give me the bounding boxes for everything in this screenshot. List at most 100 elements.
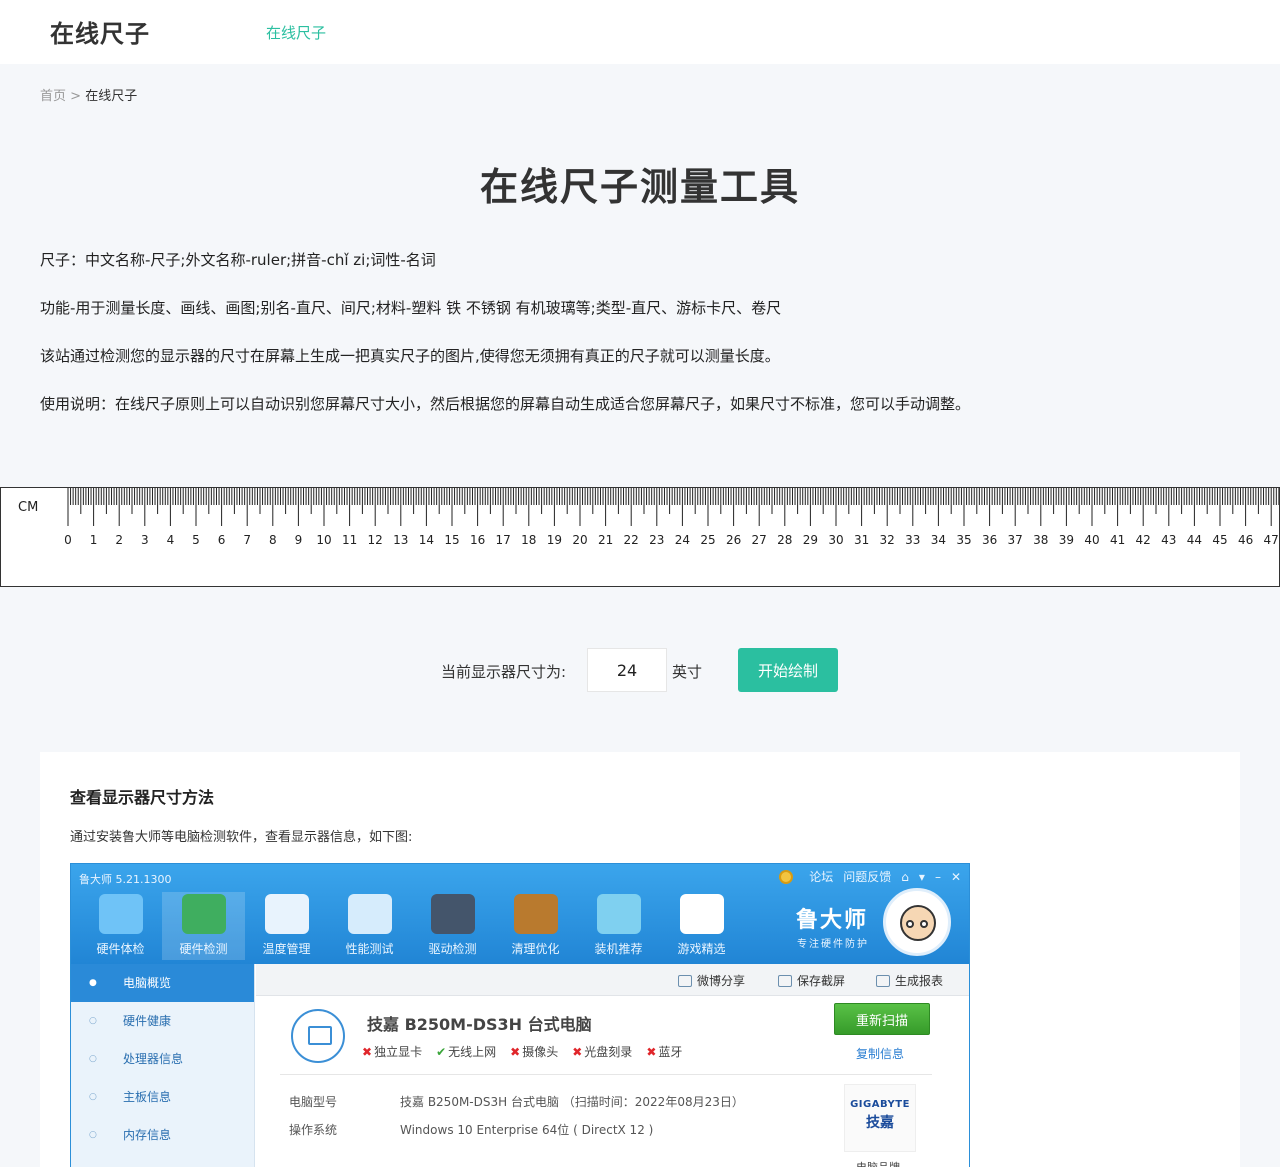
info-value-model: 技嘉 B250M-DS3H 台式电脑 （扫描时间：2022年08月23日）	[400, 1095, 744, 1109]
ludashi-toolbar: 硬件体检 硬件检测 温度管理 性能测试 驱动检测 清理优化 装机推荐 游戏精选	[79, 892, 743, 960]
ruler-tick-label: 17	[496, 533, 511, 547]
ruler-tick-label: 32	[880, 533, 895, 547]
breadcrumb-separator: >	[70, 89, 82, 104]
monitor-size-input[interactable]	[587, 648, 667, 692]
sidebar-item-cpu: 处理器信息	[71, 1040, 254, 1078]
hardware-tag-label: 摄像头	[522, 1045, 559, 1059]
sidebar-item-memory: 内存信息	[71, 1116, 254, 1154]
ruler-tick-label: 23	[649, 533, 664, 547]
info-key-os: 操作系统	[289, 1123, 338, 1137]
ruler-tick-label: 14	[419, 533, 434, 547]
weibo-share-label: 微博分享	[697, 974, 746, 988]
menu-icon: ▾	[918, 869, 925, 884]
weibo-share: 微博分享	[678, 972, 745, 989]
guide-card: 查看显示器尺寸方法 通过安装鲁大师等电脑检测软件，查看显示器信息，如下图: 鲁大…	[40, 752, 1240, 1167]
hardware-tag-label: 光盘刻录	[584, 1045, 633, 1059]
intro-paragraph-3: 该站通过检测您的显示器的尺寸在屏幕上生成一把真实尺子的图片,使得您无须拥有真正的…	[40, 347, 780, 365]
mascot-eye-left	[906, 920, 914, 928]
ruler-tick-label: 35	[956, 533, 971, 547]
ruler-tick-label: 10	[316, 533, 331, 547]
generate-report-label: 生成报表	[895, 974, 944, 988]
hardware-tag: ✖ 蓝牙	[646, 1043, 682, 1060]
save-screenshot: 保存截屏	[778, 972, 845, 989]
ludashi-top-links: 论坛 问题反馈 ⌂ ▾ – ✕	[779, 868, 961, 885]
mascot-face	[900, 905, 936, 941]
ruler-tick-label: 45	[1212, 533, 1227, 547]
feedback-link: 问题反馈	[843, 870, 892, 884]
monitor-size-row: 当前显示器尺寸为: 英寸 开始绘制	[0, 648, 1280, 692]
ruler-tick-label: 27	[752, 533, 767, 547]
breadcrumb-home[interactable]: 首页	[40, 89, 66, 104]
ruler-tick-label: 42	[1136, 533, 1151, 547]
top-navbar: 在线尺子 在线尺子	[0, 0, 1280, 64]
ludashi-tool-1: 硬件检测	[162, 892, 245, 960]
rescan-button: 重新扫描	[834, 1003, 930, 1035]
gigabyte-logo: GIGABYTE 技嘉	[844, 1084, 916, 1152]
tool-icon	[181, 894, 226, 934]
ruler-tick-label: 33	[905, 533, 920, 547]
ludashi-version: 鲁大师 5.21.1300	[79, 873, 172, 886]
cross-icon: ✖	[362, 1045, 373, 1059]
ludashi-brand-tagline: 专注硬件防护	[797, 939, 869, 950]
tool-label: 清理优化	[511, 942, 560, 956]
hardware-tag-label: 无线上网	[448, 1045, 497, 1059]
intro-paragraph-1: 尺子：中文名称-尺子;外文名称-ruler;拼音-chǐ zi;词性-名词	[40, 251, 436, 269]
skin-icon: ⌂	[901, 869, 909, 884]
monitor-size-unit: 英寸	[672, 663, 703, 681]
ruler-scale: 0 1 2 3 4 5 6 7 8 9 10 11 12 13 14 15 16 17 18 19 20 21 22 23 24…	[64, 488, 1279, 547]
ruler-tick-label: 19	[547, 533, 562, 547]
ruler-tick-label: 16	[470, 533, 485, 547]
hardware-tags: ✖ 独立显卡 ✔ 无线上网 ✖ 摄像头 ✖ 光盘刻录 ✖ 蓝牙	[362, 1043, 682, 1060]
ruler-tick-label: 40	[1084, 533, 1099, 547]
cross-icon: ✖	[572, 1045, 583, 1059]
hardware-tag-label: 独立显卡	[374, 1045, 423, 1059]
tool-icon	[347, 894, 392, 934]
ludashi-sidebar: 电脑概览 硬件健康 处理器信息 主板信息 内存信息	[71, 964, 255, 1167]
ruler-tick-label: 46	[1238, 533, 1253, 547]
info-value-os: Windows 10 Enterprise 64位 ( DirectX 12 )	[400, 1123, 654, 1137]
ludashi-tool-7: 游戏精选	[660, 892, 743, 960]
hardware-tag-label: 蓝牙	[658, 1045, 683, 1059]
sidebar-item-health: 硬件健康	[71, 1002, 254, 1040]
ruler-tick-label: 11	[342, 533, 357, 547]
tool-label: 游戏精选	[677, 942, 726, 956]
ruler-tick-label: 31	[854, 533, 869, 547]
hardware-tag: ✖ 光盘刻录	[572, 1043, 632, 1060]
ruler-tick-label: 13	[393, 533, 408, 547]
tool-icon	[679, 894, 724, 934]
tool-label: 性能测试	[345, 942, 394, 956]
ludashi-brand-name: 鲁大师	[796, 908, 869, 933]
tool-icon	[513, 894, 558, 934]
ludashi-tool-4: 驱动检测	[411, 892, 494, 960]
ruler-tick-label: 38	[1033, 533, 1048, 547]
ruler-tick-label: 24	[675, 533, 690, 547]
start-draw-button[interactable]: 开始绘制	[738, 648, 838, 692]
cross-icon: ✖	[646, 1045, 657, 1059]
tool-label: 硬件体检	[96, 942, 145, 956]
monitor-size-label: 当前显示器尺寸为:	[441, 663, 567, 681]
ludashi-tool-3: 性能测试	[328, 892, 411, 960]
mascot-eye-right	[920, 920, 928, 928]
hardware-tag: ✖ 独立显卡	[362, 1043, 422, 1060]
ruler-tick-label: 22	[624, 533, 639, 547]
nav-link-ruler[interactable]: 在线尺子	[266, 22, 326, 43]
ludashi-tool-6: 装机推荐	[577, 892, 660, 960]
usage-paragraph: 使用说明：在线尺子原则上可以自动识别您屏幕尺寸大小，然后根据您的屏幕自动生成适合…	[40, 395, 971, 413]
ruler: CM 0 1 2 3 4 5 6 7 8 9 10 11 12 13 14 15 16 17 18 19 20 21 22 2…	[0, 487, 1280, 587]
ludashi-action-bar: 微博分享 保存截屏 生成报表	[256, 964, 969, 996]
site-logo[interactable]: 在线尺子	[50, 14, 150, 49]
ruler-tick-label: 44	[1187, 533, 1202, 547]
gigabyte-logo-cn: 技嘉	[866, 1115, 894, 1131]
ruler-tick-label: 43	[1161, 533, 1176, 547]
ruler-tick-label: 36	[982, 533, 997, 547]
info-key-model: 电脑型号	[289, 1095, 338, 1109]
ruler-tick-label: 30	[828, 533, 843, 547]
breadcrumb: 首页 > 在线尺子	[40, 85, 137, 104]
ludashi-screenshot: 鲁大师 5.21.1300 论坛 问题反馈 ⌂ ▾ – ✕ 硬件体检 硬件检测 温度…	[70, 863, 970, 1167]
ruler-tick-label: 28	[777, 533, 792, 547]
computer-icon	[291, 1009, 345, 1063]
weibo-icon	[678, 974, 692, 987]
forum-link: 论坛	[809, 870, 834, 884]
tool-label: 硬件检测	[179, 942, 228, 956]
cross-icon: ✖	[510, 1045, 521, 1059]
